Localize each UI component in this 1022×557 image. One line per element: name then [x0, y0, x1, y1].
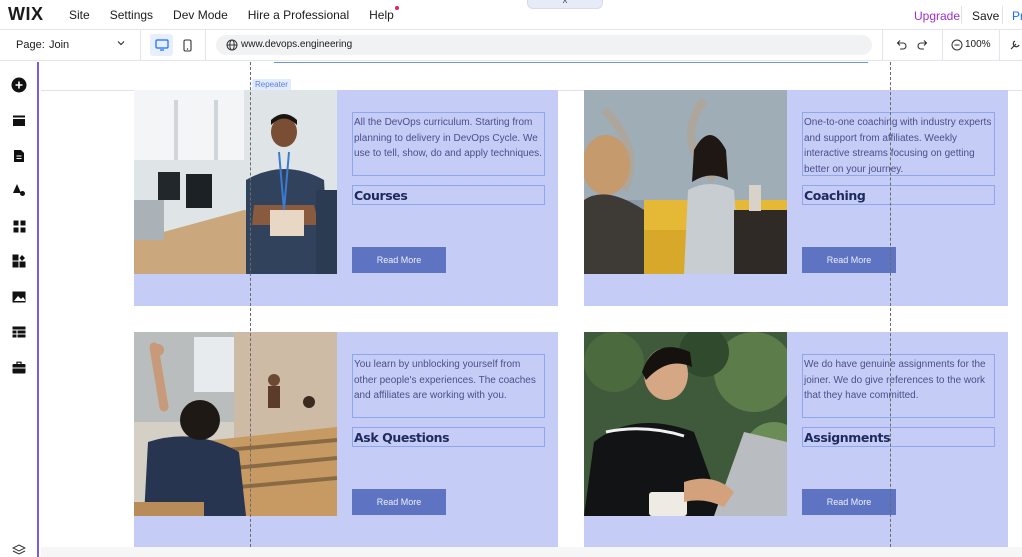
divider [882, 30, 883, 61]
card-title[interactable]: Courses [352, 185, 545, 205]
wix-logo[interactable]: WIX [8, 4, 54, 25]
undo-icon[interactable] [895, 39, 907, 51]
zoom-out-icon[interactable] [951, 39, 963, 51]
redo-icon[interactable] [917, 39, 929, 51]
card-description[interactable]: We do have genuine assignments for the j… [802, 354, 995, 418]
menu-help[interactable]: Help [369, 5, 399, 22]
page-selector[interactable]: Join [49, 39, 69, 51]
card-description[interactable]: One-to-one coaching with industry expert… [802, 112, 995, 176]
portfolio-icon[interactable] [11, 359, 27, 375]
add-icon[interactable] [11, 77, 27, 93]
upgrade-link[interactable]: Upgrade [914, 9, 960, 23]
desktop-icon [154, 39, 169, 51]
divider [961, 6, 962, 24]
design-icon[interactable] [11, 182, 27, 198]
read-more-button[interactable]: Read More [802, 489, 896, 515]
page-label: Page: [16, 39, 45, 51]
read-more-button[interactable]: Read More [352, 489, 446, 515]
divider [999, 30, 1000, 61]
layers-icon[interactable] [11, 542, 27, 557]
media-icon[interactable] [11, 289, 27, 305]
repeater-item[interactable]: One-to-one coaching with industry expert… [584, 90, 1008, 306]
repeater-item[interactable]: We do have genuine assignments for the j… [584, 332, 1008, 548]
chevron-up-icon: ^ [562, 0, 568, 8]
desktop-view-button[interactable] [150, 34, 173, 56]
card-description[interactable]: You learn by unblocking yourself from ot… [352, 354, 545, 418]
site-url: www.devops.engineering [241, 39, 353, 50]
card-title[interactable]: Coaching [802, 185, 995, 205]
divider [1002, 6, 1003, 24]
collapse-toolbar-tab[interactable]: ^ [527, 0, 603, 9]
editor-toolbar: Page: Join www.devops.engineering 100% [0, 30, 1022, 61]
canvas-bottom-edge [41, 547, 1022, 557]
read-more-button[interactable]: Read More [802, 247, 896, 273]
sections-icon[interactable] [11, 113, 27, 129]
coaching-photo[interactable] [584, 90, 787, 274]
right-gridline-guide [890, 62, 891, 557]
preview-button[interactable]: Pr [1012, 9, 1022, 23]
mobile-view-button[interactable] [180, 36, 194, 54]
divider [140, 30, 141, 61]
main-menu: Site Settings Dev Mode Hire a Profession… [54, 5, 399, 22]
business-icon[interactable] [11, 253, 27, 269]
lecture-hall-photo[interactable] [134, 332, 337, 516]
left-gridline-guide [250, 62, 251, 557]
menu-help-label: Help [369, 7, 394, 22]
section-heading-frame[interactable] [274, 62, 868, 63]
globe-icon [226, 39, 238, 51]
pages-icon[interactable] [11, 148, 27, 164]
editor-canvas[interactable]: Repeater All the DevOps curriculum. Star… [41, 62, 1022, 557]
menu-settings[interactable]: Settings [110, 8, 153, 22]
menu-hire-professional[interactable]: Hire a Professional [248, 8, 349, 22]
save-button[interactable]: Save [972, 9, 999, 23]
divider [942, 30, 943, 61]
divider [205, 30, 206, 61]
card-title[interactable]: Assignments [802, 427, 995, 447]
classroom-photo[interactable] [134, 90, 337, 274]
left-sidebar [0, 62, 39, 557]
cms-icon[interactable] [11, 324, 27, 340]
mobile-icon [182, 38, 192, 52]
card-title[interactable]: Ask Questions [352, 427, 545, 447]
student-laptop-photo[interactable] [584, 332, 787, 516]
menu-site[interactable]: Site [69, 8, 90, 22]
apps-icon[interactable] [11, 218, 27, 234]
tools-icon[interactable] [1008, 38, 1022, 52]
menu-dev-mode[interactable]: Dev Mode [173, 8, 228, 22]
zoom-level[interactable]: 100% [965, 39, 991, 50]
chevron-down-icon[interactable] [116, 38, 126, 48]
card-description[interactable]: All the DevOps curriculum. Starting from… [352, 112, 545, 176]
repeater-item[interactable]: You learn by unblocking yourself from ot… [134, 332, 558, 548]
top-menu-bar: WIX Site Settings Dev Mode Hire a Profes… [0, 0, 1022, 30]
repeater-item[interactable]: All the DevOps curriculum. Starting from… [134, 90, 558, 306]
read-more-button[interactable]: Read More [352, 247, 446, 273]
repeater-tag[interactable]: Repeater [252, 79, 291, 90]
notification-dot [394, 5, 399, 10]
